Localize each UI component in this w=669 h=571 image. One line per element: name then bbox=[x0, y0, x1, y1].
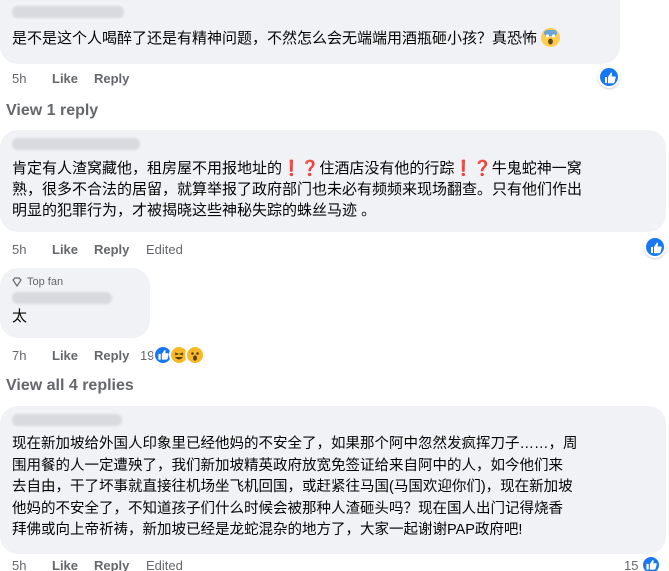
comment-actions: 7h Like Reply bbox=[12, 348, 146, 363]
diamond-icon bbox=[12, 277, 22, 288]
like-button[interactable]: Like bbox=[52, 242, 94, 257]
comment-bubble: 肯定有人渣窝藏他，租房屋不用报地址的❗❓住酒店没有他的行踪❗❓牛鬼蛇神一窝 熟，… bbox=[0, 130, 666, 232]
reply-button[interactable]: Reply bbox=[94, 558, 146, 571]
reply-button[interactable]: Reply bbox=[94, 242, 146, 257]
comment-actions: 5h Like Reply Edited bbox=[12, 558, 183, 571]
comment-actions: 5h Like Reply bbox=[12, 71, 146, 86]
author-name-blurred[interactable] bbox=[12, 6, 124, 18]
reply-button[interactable]: Reply bbox=[94, 71, 146, 86]
timestamp[interactable]: 5h bbox=[12, 71, 52, 86]
comment-bubble: 是不是这个人喝醉了还是有精神问题，不然怎么会无端端用酒瓶砸小孩？真恐怖 bbox=[0, 0, 620, 64]
comment-bubble: Top fan 太 bbox=[0, 268, 150, 338]
reaction-summary[interactable]: 19 bbox=[140, 345, 206, 365]
comment-text: 是不是这个人喝醉了还是有精神问题，不然怎么会无端端用酒瓶砸小孩？真恐怖 bbox=[12, 28, 608, 49]
timestamp[interactable]: 5h bbox=[12, 242, 52, 257]
reply-button[interactable]: Reply bbox=[94, 348, 146, 363]
like-reaction-icon[interactable] bbox=[644, 236, 666, 258]
like-reaction-icon bbox=[641, 555, 662, 571]
comment-text: 太 bbox=[12, 308, 28, 325]
reaction-summary[interactable]: 15 bbox=[624, 555, 662, 571]
reaction-count: 19 bbox=[140, 347, 155, 363]
question-icon: ❓ bbox=[300, 160, 320, 177]
like-button[interactable]: Like bbox=[52, 558, 94, 571]
author-name-blurred[interactable] bbox=[12, 292, 112, 304]
exclamation-icon: ❗ bbox=[454, 160, 474, 177]
edited-label[interactable]: Edited bbox=[146, 558, 183, 571]
timestamp[interactable]: 5h bbox=[12, 558, 52, 571]
view-replies-link[interactable]: View all 4 replies bbox=[6, 377, 134, 395]
reaction-count: 15 bbox=[624, 557, 639, 571]
comment-text: 现在新加坡给外国人印象里已经他妈的不安全了，如果那个阿中忽然发疯挥刀子……，周 … bbox=[12, 436, 578, 538]
comment-actions: 5h Like Reply Edited bbox=[12, 242, 183, 257]
like-button[interactable]: Like bbox=[52, 348, 94, 363]
scream-emoji-icon bbox=[541, 28, 561, 47]
comment-text: 肯定有人渣窝藏他，租房屋不用报地址的❗❓住酒店没有他的行踪❗❓牛鬼蛇神一窝 熟，… bbox=[12, 160, 583, 219]
like-button[interactable]: Like bbox=[52, 71, 94, 86]
top-fan-label: Top fan bbox=[27, 276, 64, 288]
author-name-blurred[interactable] bbox=[12, 414, 122, 426]
exclamation-icon: ❗ bbox=[282, 160, 301, 177]
top-fan-badge: Top fan bbox=[12, 276, 138, 288]
timestamp[interactable]: 7h bbox=[12, 348, 52, 363]
comment-bubble: 现在新加坡给外国人印象里已经他妈的不安全了，如果那个阿中忽然发疯挥刀子……，周 … bbox=[0, 406, 666, 554]
wow-reaction-icon bbox=[185, 345, 206, 365]
like-reaction-icon[interactable] bbox=[598, 66, 620, 88]
edited-label[interactable]: Edited bbox=[146, 242, 183, 257]
author-name-blurred[interactable] bbox=[12, 138, 140, 150]
view-replies-link[interactable]: View 1 reply bbox=[6, 102, 98, 120]
question-icon: ❓ bbox=[473, 160, 492, 177]
